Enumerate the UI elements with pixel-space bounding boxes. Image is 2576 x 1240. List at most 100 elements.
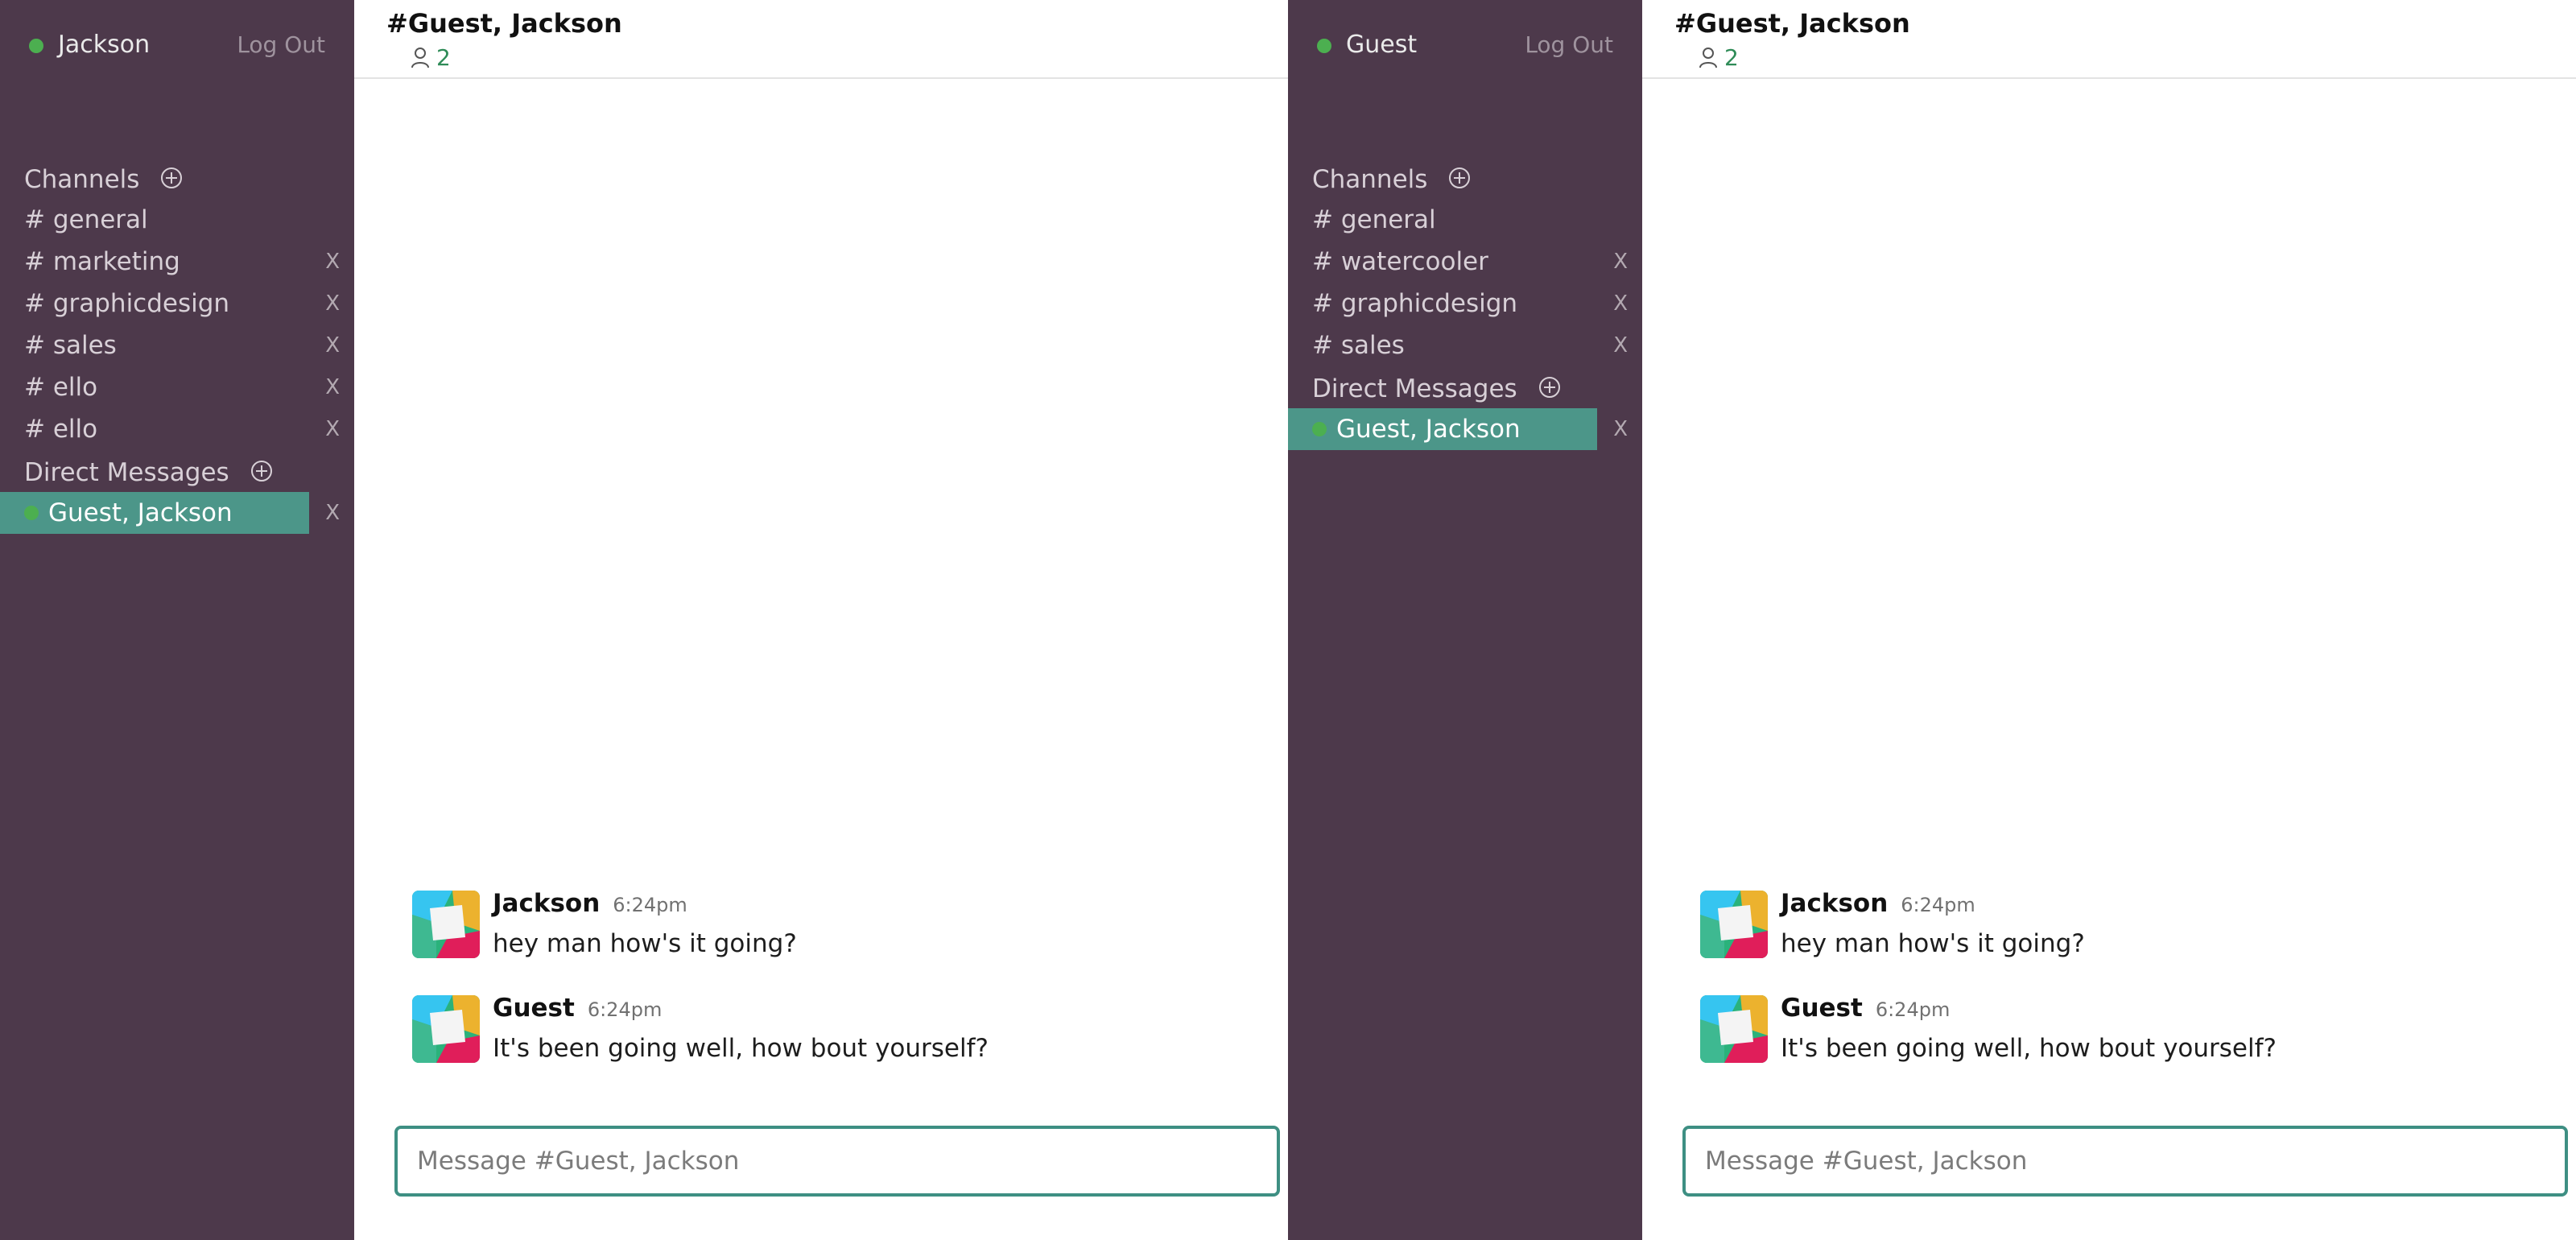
close-channel-button[interactable]: X (325, 283, 340, 324)
author-name: Jackson (493, 889, 601, 918)
message-list: Jackson 6:24pm hey man how's it going? Gu… (412, 886, 1256, 1095)
logout-button[interactable]: Log Out (1525, 29, 1613, 61)
chat-main: #Guest, Jackson 2 Jackson 6:24pm hey man … (1642, 0, 2576, 1240)
current-username: Jackson (58, 31, 151, 59)
add-channel-icon[interactable] (1448, 167, 1471, 189)
chat-header: #Guest, Jackson 2 (1642, 0, 2576, 79)
channel-title: #Guest, Jackson (386, 8, 622, 39)
close-channel-button[interactable]: X (1613, 283, 1628, 324)
dm-label: Guest, Jackson (1336, 415, 1521, 444)
add-channel-icon[interactable] (160, 167, 183, 189)
chat-main: #Guest, Jackson 2 Jackson 6:24pm hey man … (354, 0, 1288, 1240)
avatar (1700, 995, 1768, 1063)
channel-item-graphicdesign[interactable]: # graphicdesign X (0, 283, 354, 324)
message-timestamp: 6:24pm (1901, 894, 1975, 916)
right-client-pane: Guest Log Out Channels # general # water… (1288, 0, 2576, 1240)
sidebar-nav: Channels # general # marketing X # graph… (0, 157, 354, 534)
channel-item-watercooler[interactable]: # watercooler X (1288, 241, 1642, 283)
direct-messages-header: Direct Messages (1288, 366, 1642, 408)
sidebar: Jackson Log Out Channels # general # mar… (0, 0, 354, 1240)
message-item: Guest 6:24pm It's been going well, how bo… (1700, 990, 2544, 1095)
dm-item-guest-jackson[interactable]: Guest, Jackson X (1288, 408, 1642, 450)
channel-item-ello[interactable]: # ello X (0, 366, 354, 408)
message-composer (1682, 1126, 2568, 1197)
member-count[interactable]: 2 (411, 43, 451, 72)
close-channel-button[interactable]: X (325, 408, 340, 450)
message-author: Jackson 6:24pm (493, 886, 687, 923)
app-root: Jackson Log Out Channels # general # mar… (0, 0, 2576, 1240)
message-item: Guest 6:24pm It's been going well, how bo… (412, 990, 1256, 1095)
online-status-icon (1317, 39, 1331, 53)
direct-messages-header: Direct Messages (0, 450, 354, 492)
channel-title: #Guest, Jackson (1674, 8, 1910, 39)
message-timestamp: 6:24pm (613, 894, 687, 916)
direct-messages-label: Direct Messages (24, 457, 229, 487)
member-count-value: 2 (436, 44, 451, 71)
message-input[interactable] (1686, 1129, 2565, 1193)
message-input[interactable] (398, 1129, 1277, 1193)
dm-item-guest-jackson[interactable]: Guest, Jackson X (0, 492, 354, 534)
channels-header: Channels (0, 157, 354, 199)
online-status-icon (29, 39, 43, 53)
channel-label: # sales (24, 331, 117, 360)
logout-button[interactable]: Log Out (237, 29, 325, 61)
message-list: Jackson 6:24pm hey man how's it going? Gu… (1700, 886, 2544, 1095)
add-direct-message-icon[interactable] (1538, 376, 1561, 399)
channels-label: Channels (1312, 164, 1428, 194)
left-client-pane: Jackson Log Out Channels # general # mar… (0, 0, 1288, 1240)
close-dm-button[interactable]: X (1613, 408, 1628, 450)
channels-label: Channels (24, 164, 140, 194)
user-icon (1699, 48, 1717, 68)
author-name: Jackson (1781, 889, 1889, 918)
channel-item-sales[interactable]: # sales X (1288, 324, 1642, 366)
channel-item-marketing[interactable]: # marketing X (0, 241, 354, 283)
message-author: Guest 6:24pm (1781, 990, 1950, 1027)
sidebar-nav: Channels # general # watercooler X # gra… (1288, 157, 1642, 450)
current-user: Jackson Log Out (29, 29, 325, 61)
member-count[interactable]: 2 (1699, 43, 1739, 72)
avatar (1700, 891, 1768, 958)
add-direct-message-icon[interactable] (250, 460, 273, 482)
message-item: Jackson 6:24pm hey man how's it going? (1700, 886, 2544, 990)
online-status-icon (24, 506, 39, 520)
close-channel-button[interactable]: X (325, 241, 340, 283)
direct-messages-label: Direct Messages (1312, 374, 1517, 403)
message-author: Guest 6:24pm (493, 990, 662, 1027)
message-timestamp: 6:24pm (587, 998, 663, 1021)
close-channel-button[interactable]: X (325, 324, 340, 366)
close-channel-button[interactable]: X (325, 366, 340, 408)
chat-header: #Guest, Jackson 2 (354, 0, 1288, 79)
channel-item-general[interactable]: # general (1288, 199, 1642, 241)
avatar (412, 891, 480, 958)
close-channel-button[interactable]: X (1613, 241, 1628, 283)
author-name: Guest (493, 994, 575, 1023)
close-channel-button[interactable]: X (1613, 324, 1628, 366)
channel-label: # ello (24, 373, 98, 402)
current-username: Guest (1346, 31, 1418, 59)
message-text: It's been going well, how bout yourself? (1781, 1034, 2277, 1063)
sidebar: Guest Log Out Channels # general # water… (1288, 0, 1642, 1240)
user-icon (411, 48, 429, 68)
channel-label: # graphicdesign (1312, 289, 1518, 318)
close-dm-button[interactable]: X (325, 492, 340, 534)
message-author: Jackson 6:24pm (1781, 886, 1975, 923)
channel-item-sales[interactable]: # sales X (0, 324, 354, 366)
channel-label: # general (24, 205, 148, 234)
channel-label: # ello (24, 415, 98, 444)
channel-item-general[interactable]: # general (0, 199, 354, 241)
channels-header: Channels (1288, 157, 1642, 199)
member-count-value: 2 (1724, 44, 1739, 71)
message-timestamp: 6:24pm (1875, 998, 1951, 1021)
channel-label: # general (1312, 205, 1436, 234)
message-text: It's been going well, how bout yourself? (493, 1034, 989, 1063)
message-composer (394, 1126, 1280, 1197)
channel-item-ello[interactable]: # ello X (0, 408, 354, 450)
message-text: hey man how's it going? (1781, 929, 2085, 958)
dm-label: Guest, Jackson (48, 498, 233, 527)
avatar (412, 995, 480, 1063)
message-text: hey man how's it going? (493, 929, 797, 958)
channel-label: # sales (1312, 331, 1405, 360)
channel-label: # watercooler (1312, 247, 1488, 276)
channel-item-graphicdesign[interactable]: # graphicdesign X (1288, 283, 1642, 324)
author-name: Guest (1781, 994, 1863, 1023)
